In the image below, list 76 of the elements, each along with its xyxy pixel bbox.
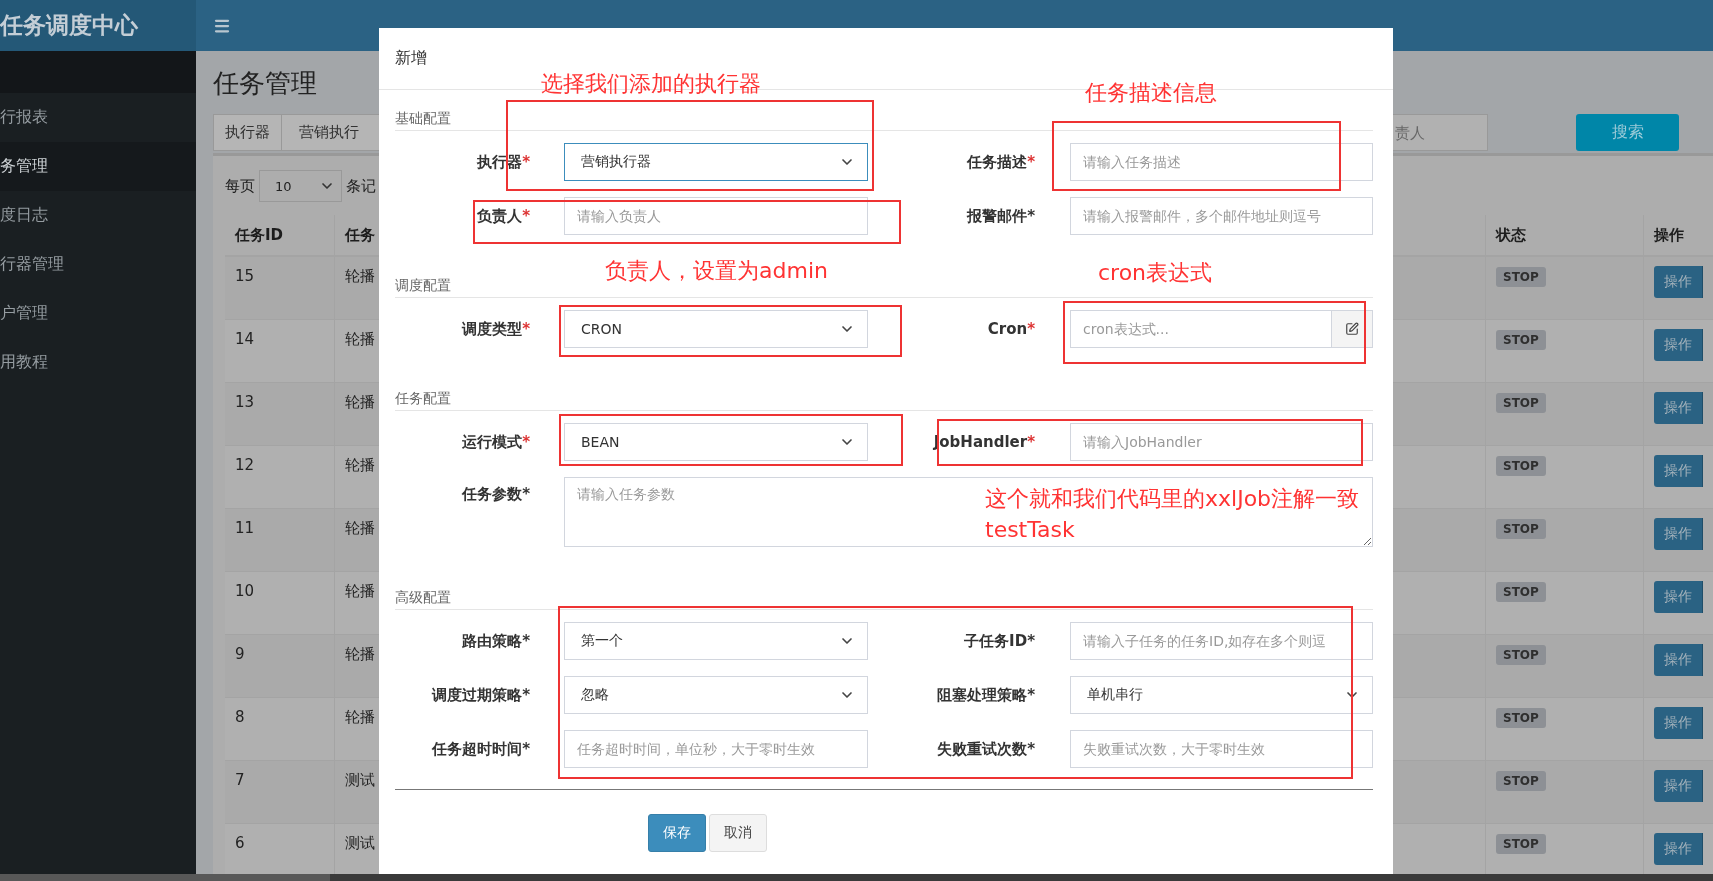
- annotation-text: testTask: [985, 516, 1075, 543]
- cancel-button[interactable]: 取消: [709, 814, 767, 852]
- input-field[interactable]: 请输入任务描述: [1070, 143, 1373, 181]
- form-label: Cron*: [986, 320, 1036, 338]
- status-badge: STOP: [1496, 330, 1546, 350]
- save-button[interactable]: 保存: [648, 814, 706, 852]
- input-field[interactable]: 失败重试次数，大于零时生效: [1070, 730, 1373, 768]
- sidebar-item[interactable]: 务管理: [0, 142, 196, 191]
- select-field[interactable]: 忽略: [564, 676, 868, 714]
- input-field[interactable]: 请输入子任务的任务ID,如存在多个则逗: [1070, 622, 1373, 660]
- table-cell: 9: [225, 635, 335, 698]
- action-button[interactable]: 操作: [1654, 707, 1703, 739]
- page-size-select[interactable]: 10: [259, 170, 342, 202]
- form-label: 执行器*: [476, 152, 531, 172]
- sidebar-item[interactable]: 行器管理: [0, 240, 196, 289]
- input-field[interactable]: 任务超时时间，单位秒，大于零时生效: [564, 730, 868, 768]
- status-badge: STOP: [1496, 771, 1546, 791]
- form-label: 失败重试次数*: [936, 739, 1036, 759]
- select-field[interactable]: 营销执行器: [564, 143, 868, 181]
- section-title: 基础配置: [395, 108, 1373, 131]
- sidebar-item[interactable]: 户管理: [0, 289, 196, 338]
- status-badge: STOP: [1496, 708, 1546, 728]
- input-field[interactable]: 请输入JobHandler: [1070, 423, 1373, 461]
- action-button[interactable]: 操作: [1654, 455, 1703, 487]
- table-cell: 13: [225, 383, 335, 446]
- table-cell: 11: [225, 509, 335, 572]
- input-field[interactable]: cron表达式...: [1070, 310, 1332, 348]
- select-field[interactable]: CRON: [564, 310, 868, 348]
- form-label: 调度类型*: [460, 319, 531, 339]
- page-title: 任务管理: [213, 67, 317, 99]
- table-cell: 14: [225, 320, 335, 383]
- table-cell: 8: [225, 698, 335, 761]
- select-field[interactable]: BEAN: [564, 423, 868, 461]
- sidebar-item[interactable]: 行报表: [0, 93, 196, 142]
- section-title: 高级配置: [395, 587, 1373, 610]
- form-label: 任务参数*: [461, 484, 531, 504]
- status-badge: STOP: [1496, 834, 1546, 854]
- table-cell: 10: [225, 572, 335, 635]
- filter-label: 执行器: [213, 114, 282, 151]
- annotation-text: 任务描述信息: [1085, 79, 1217, 106]
- table-cell: 15: [225, 257, 335, 320]
- status-badge: STOP: [1496, 456, 1546, 476]
- select-field[interactable]: 单机串行: [1070, 676, 1373, 714]
- annotation-text: 这个就和我们代码里的xxlJob注解一致: [985, 485, 1360, 512]
- dialog-title: 新增: [395, 48, 427, 69]
- table-cell: 7: [225, 761, 335, 824]
- action-button[interactable]: 操作: [1654, 644, 1703, 676]
- input-field[interactable]: 请输入报警邮件，多个邮件地址则逗号: [1070, 197, 1373, 235]
- select-field[interactable]: 第一个: [564, 622, 868, 660]
- action-button[interactable]: 操作: [1654, 833, 1703, 865]
- action-button[interactable]: 操作: [1654, 770, 1703, 802]
- app-logo: 任务调度中心: [0, 11, 138, 40]
- status-badge: STOP: [1496, 267, 1546, 287]
- status-badge: STOP: [1496, 582, 1546, 602]
- section-title: 任务配置: [395, 388, 1373, 411]
- action-button[interactable]: 操作: [1654, 392, 1703, 424]
- annotation-text: cron表达式: [1098, 259, 1213, 286]
- page-size-label: 条记: [346, 176, 376, 196]
- annotation-text: 选择我们添加的执行器: [541, 70, 761, 97]
- action-button[interactable]: 操作: [1654, 581, 1703, 613]
- action-button[interactable]: 操作: [1654, 329, 1703, 361]
- sidebar-item[interactable]: 度日志: [0, 191, 196, 240]
- status-badge: STOP: [1496, 519, 1546, 539]
- input-field[interactable]: 请输入负责人: [564, 197, 868, 235]
- action-button[interactable]: 操作: [1654, 518, 1703, 550]
- annotation-text: 负责人，设置为admin: [605, 257, 828, 284]
- status-badge: STOP: [1496, 645, 1546, 665]
- page-size-label: 每页: [225, 176, 255, 196]
- sidebar-item[interactable]: 用教程: [0, 338, 196, 387]
- form-label: 任务描述*: [966, 152, 1036, 172]
- action-button[interactable]: 操作: [1654, 266, 1703, 298]
- edit-button[interactable]: [1332, 310, 1373, 348]
- form-label: 任务超时时间*: [431, 739, 531, 759]
- edit-icon: [1345, 322, 1359, 336]
- table-cell: 12: [225, 446, 335, 509]
- status-badge: STOP: [1496, 393, 1546, 413]
